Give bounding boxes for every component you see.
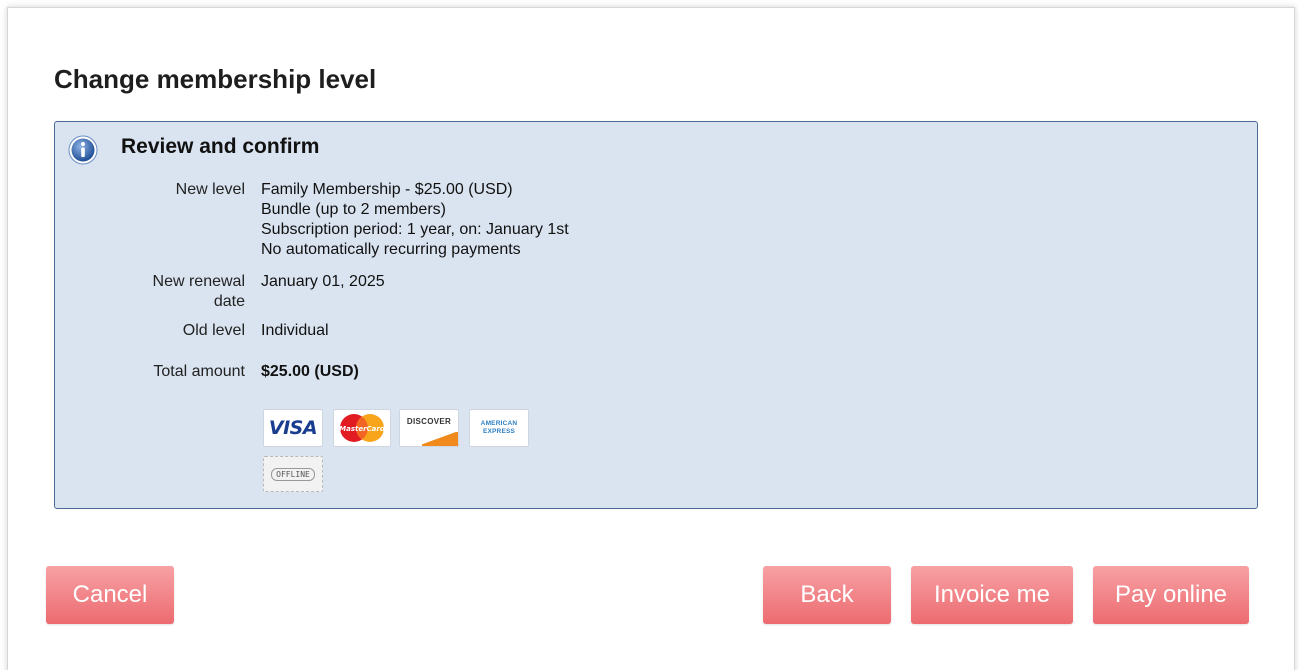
new-level-line: No automatically recurring payments <box>261 241 521 258</box>
mastercard-icon: MasterCard <box>339 414 386 442</box>
old-level-label: Old level <box>182 322 245 339</box>
new-level-line: Family Membership - $25.00 (USD) <box>261 181 513 198</box>
visa-logo: VISA <box>263 409 323 447</box>
back-button[interactable]: Back <box>763 566 891 624</box>
old-level-value: Individual <box>261 322 329 339</box>
review-confirm-panel: Review and confirm New level Family Memb… <box>54 121 1258 509</box>
new-level-value: Family Membership - $25.00 (USD) Bundle … <box>261 180 569 260</box>
discover-logo-text: DISCOVER <box>406 417 452 426</box>
offline-logo-text: OFFLINE <box>271 467 315 481</box>
discover-stripe <box>422 432 458 446</box>
renewal-date-value: January 01, 2025 <box>261 273 385 290</box>
discover-logo: DISCOVER <box>399 409 459 447</box>
mastercard-logo-text: MasterCard <box>339 425 386 433</box>
invoice-me-button[interactable]: Invoice me <box>911 566 1073 624</box>
new-level-label: New level <box>175 181 245 198</box>
review-title: Review and confirm <box>121 135 320 158</box>
mastercard-logo: MasterCard <box>333 409 391 447</box>
renewal-label-line: New renewal <box>152 273 245 290</box>
offline-payment-logo: OFFLINE <box>263 456 323 492</box>
info-icon <box>68 135 98 165</box>
amex-logo-text: EXPRESS <box>482 428 516 435</box>
total-amount-value: $25.00 (USD) <box>261 363 359 380</box>
page-title: Change membership level <box>54 64 377 94</box>
total-amount-label: Total amount <box>153 363 245 380</box>
renewal-date-label: New renewal date <box>115 272 245 312</box>
cancel-button[interactable]: Cancel <box>46 566 174 624</box>
new-level-line: Bundle (up to 2 members) <box>261 201 446 218</box>
visa-logo-text: VISA <box>268 417 318 439</box>
renewal-label-line: date <box>213 293 245 310</box>
amex-logo: AMERICAN EXPRESS <box>469 409 529 447</box>
amex-logo-text: AMERICAN <box>480 420 518 427</box>
pay-online-button[interactable]: Pay online <box>1093 566 1249 624</box>
new-level-line: Subscription period: 1 year, on: January… <box>261 221 569 238</box>
